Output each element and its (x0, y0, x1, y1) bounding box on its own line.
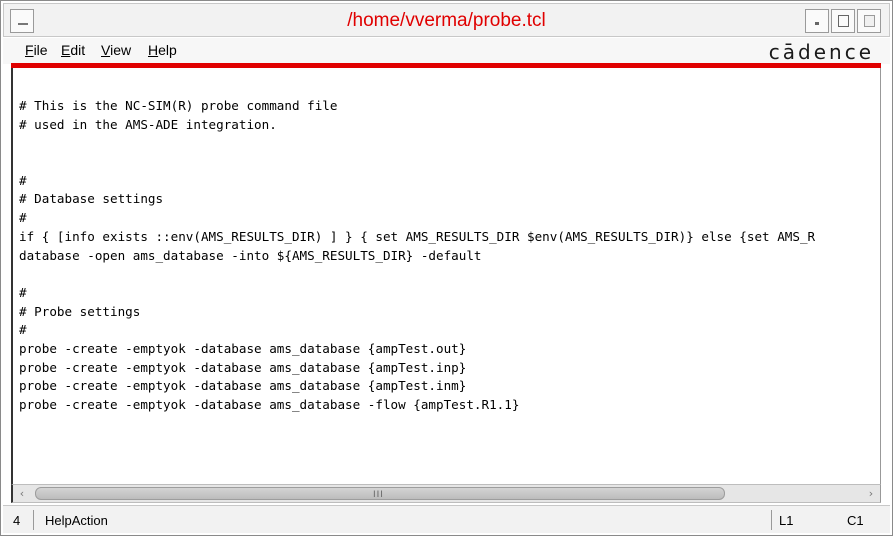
code-line: # (19, 210, 27, 226)
menu-edit[interactable]: Edit (61, 42, 85, 58)
code-content[interactable]: # This is the NC-SIM(R) probe command fi… (19, 97, 880, 415)
scrollbar-thumb[interactable]: III (35, 487, 725, 500)
menu-view[interactable]: View (101, 42, 131, 58)
code-line: probe -create -emptyok -database ams_dat… (19, 378, 467, 394)
menu-file[interactable]: File (25, 42, 48, 58)
status-column: C1 (847, 513, 864, 528)
status-divider (33, 510, 34, 530)
status-number: 4 (13, 513, 21, 528)
code-line: probe -create -emptyok -database ams_dat… (19, 397, 520, 412)
code-line: # (19, 172, 27, 188)
scrollbar-grip-icon: III (373, 490, 384, 500)
editor-window: /home/vverma/probe.tcl File Edit View He… (0, 0, 893, 536)
code-line: if { [info exists ::env(AMS_RESULTS_DIR)… (19, 228, 816, 244)
code-line: probe -create -emptyok -database ams_dat… (19, 340, 467, 356)
scroll-left-arrow[interactable]: ‹ (15, 486, 29, 501)
maximize-button[interactable] (831, 9, 855, 33)
scroll-right-arrow[interactable]: › (864, 486, 878, 501)
code-line: database -open ams_database -into ${AMS_… (19, 247, 482, 263)
close-button[interactable] (857, 9, 881, 33)
menu-help[interactable]: Help (148, 42, 177, 58)
status-bar: 4 HelpAction L1 C1 (3, 505, 890, 533)
code-line: # Database settings (19, 191, 164, 207)
window-controls (803, 9, 881, 33)
maximize-icon (838, 15, 849, 27)
cadence-logo: cādence (768, 40, 874, 64)
window-title: /home/vverma/probe.tcl (347, 10, 546, 31)
code-line: probe -create -emptyok -database ams_dat… (19, 359, 467, 375)
status-divider (771, 510, 772, 530)
code-line: # used in the AMS-ADE integration. (19, 116, 277, 132)
status-message: HelpAction (45, 513, 108, 528)
title-bar[interactable]: /home/vverma/probe.tcl (3, 3, 890, 37)
code-line: # Probe settings (19, 303, 141, 319)
close-icon (864, 15, 875, 27)
text-editor[interactable]: # This is the NC-SIM(R) probe command fi… (11, 68, 881, 484)
code-line: # (19, 284, 27, 300)
status-line: L1 (779, 513, 794, 528)
horizontal-scrollbar[interactable]: ‹ III › (11, 484, 881, 503)
minimize-button[interactable] (805, 9, 829, 33)
code-line: # (19, 322, 27, 338)
menu-bar: File Edit View Help cādence (3, 38, 890, 64)
minimize-icon (815, 22, 819, 25)
code-line: # This is the NC-SIM(R) probe command fi… (19, 98, 338, 113)
